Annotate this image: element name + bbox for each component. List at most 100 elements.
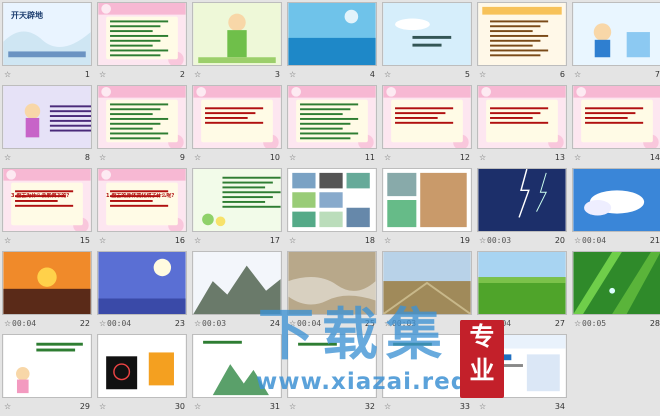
slide-number: 12 (459, 153, 470, 162)
slide-cell[interactable]: ☆ 8 (2, 85, 96, 167)
slide-thumbnail[interactable] (192, 168, 282, 232)
slide-thumbnail[interactable] (287, 168, 377, 232)
slide-number: 19 (459, 236, 470, 245)
animation-star-icon: ☆ (384, 236, 392, 245)
slide-cell[interactable]: ☆ 11 (287, 85, 381, 167)
slide-cell[interactable]: ☆ 2 (97, 2, 191, 84)
animation-star-icon: ☆ (384, 70, 392, 79)
slide-timing: 00:03 (487, 236, 512, 245)
slide-number: 2 (179, 70, 185, 79)
slide-thumbnail[interactable] (97, 85, 187, 149)
animation-star-icon: ☆ (574, 236, 582, 245)
slide-cell[interactable]: ☆ 00:03 20 (477, 168, 571, 250)
slide-number: 23 (174, 319, 185, 328)
slide-cell[interactable]: ☆ 33 (382, 334, 476, 416)
slide-thumbnail[interactable] (572, 251, 660, 315)
slide-timing: 00:04 (582, 236, 607, 245)
slide-thumbnail[interactable] (192, 2, 282, 66)
slide-thumbnail[interactable] (382, 251, 472, 315)
slide-thumbnail[interactable] (287, 334, 377, 398)
slide-number: 8 (84, 153, 90, 162)
slide-thumbnail[interactable] (287, 2, 377, 66)
slide-cell[interactable]: ☆ 17 (192, 168, 286, 250)
slide-thumbnail[interactable] (2, 334, 92, 398)
slide-number: 16 (174, 236, 185, 245)
slide-cell[interactable]: ☆ 14 (572, 85, 660, 167)
slide-cell[interactable]: ☆ 32 (287, 334, 381, 416)
slide-thumbnail[interactable]: 开天辟地 (2, 2, 92, 66)
slide-thumbnail[interactable] (572, 168, 660, 232)
slide-cell[interactable]: ☆ 18 (287, 168, 381, 250)
animation-star-icon: ☆ (4, 319, 12, 328)
animation-star-icon: ☆ (289, 402, 297, 411)
animation-star-icon: ☆ (194, 236, 202, 245)
slide-cell[interactable]: ☆ 10 (192, 85, 286, 167)
slide-thumbnail[interactable] (477, 2, 567, 66)
slide-number: 24 (269, 319, 280, 328)
slide-cell[interactable]: ☆ 31 (192, 334, 286, 416)
animation-star-icon: ☆ (194, 319, 202, 328)
slide-cell[interactable]: ☆ 00:04 27 (477, 251, 571, 333)
slide-thumbnail[interactable] (2, 251, 92, 315)
slide-cell[interactable]: ☆ 00:03 26 (382, 251, 476, 333)
slide-cell[interactable]: ☆ 13 (477, 85, 571, 167)
slide-thumbnail[interactable] (477, 168, 567, 232)
slide-thumbnail[interactable] (572, 2, 660, 66)
slide-cell[interactable]: ☆ 34 (477, 334, 571, 416)
slide-cell[interactable]: 开天辟地 ☆ 1 (2, 2, 96, 84)
slide-cell[interactable]: ☆ 12 (382, 85, 476, 167)
slide-thumbnail[interactable] (382, 2, 472, 66)
slide-thumbnail[interactable] (477, 251, 567, 315)
slide-cell[interactable]: ☆ 4 (287, 2, 381, 84)
slide-cell[interactable]: ☆ 00:04 23 (97, 251, 191, 333)
slide-thumbnail[interactable] (287, 85, 377, 149)
animation-star-icon: ☆ (479, 236, 487, 245)
slide-thumbnail[interactable] (477, 85, 567, 149)
slide-number: 28 (649, 319, 660, 328)
slide-cell[interactable]: 3.盘古为什么会累倒下的? ☆ 15 (2, 168, 96, 250)
slide-thumbnail[interactable] (2, 85, 92, 149)
slide-thumbnail[interactable] (192, 251, 282, 315)
animation-star-icon: ☆ (289, 153, 297, 162)
slide-thumbnail[interactable] (97, 334, 187, 398)
slide-cell[interactable]: ☆ 30 (97, 334, 191, 416)
slide-thumbnail[interactable] (382, 168, 472, 232)
slide-thumbnail[interactable] (97, 2, 187, 66)
slide-thumbnail[interactable] (382, 334, 472, 398)
slide-number: 3 (274, 70, 280, 79)
slide-thumbnail[interactable]: 1.盘古的身体变化成了什么呢? (97, 168, 187, 232)
slide-cell[interactable]: ☆ 00:04 21 (572, 168, 660, 250)
slide-thumbnail[interactable] (192, 85, 282, 149)
slide-cell[interactable]: ☆ 00:04 22 (2, 251, 96, 333)
slide-cell[interactable]: ☆ 3 (192, 2, 286, 84)
animation-star-icon: ☆ (479, 402, 487, 411)
slide-cell[interactable]: ☆ 6 (477, 2, 571, 84)
slide-number: 9 (179, 153, 185, 162)
animation-star-icon: ☆ (479, 319, 487, 328)
slide-thumbnail[interactable]: 3.盘古为什么会累倒下的? (2, 168, 92, 232)
slide-thumbnail[interactable] (477, 334, 567, 398)
animation-star-icon: ☆ (4, 236, 12, 245)
slide-number: 31 (269, 402, 280, 411)
slide-cell[interactable]: ☆ 29 (2, 334, 96, 416)
slide-cell[interactable]: ☆ 19 (382, 168, 476, 250)
slide-number: 34 (554, 402, 565, 411)
slide-cell[interactable]: ☆ 00:05 28 (572, 251, 660, 333)
animation-star-icon: ☆ (99, 70, 107, 79)
slide-cell[interactable]: ☆ 00:04 25 (287, 251, 381, 333)
slide-cell[interactable]: ☆ 00:03 24 (192, 251, 286, 333)
animation-star-icon: ☆ (289, 319, 297, 328)
slide-thumbnail[interactable] (382, 85, 472, 149)
slide-thumbnail[interactable] (287, 251, 377, 315)
slide-number: 32 (364, 402, 375, 411)
slide-cell[interactable]: ☆ 7 (572, 2, 660, 84)
slide-thumbnail[interactable] (192, 334, 282, 398)
slide-thumbnail[interactable] (572, 85, 660, 149)
slide-cell[interactable]: ☆ 9 (97, 85, 191, 167)
slide-thumbnail[interactable] (97, 251, 187, 315)
slide-number: 29 (79, 402, 90, 411)
slide-cell[interactable]: 1.盘古的身体变化成了什么呢? ☆ 16 (97, 168, 191, 250)
slide-number: 26 (459, 319, 470, 328)
slide-cell[interactable]: ☆ 5 (382, 2, 476, 84)
slide-number: 13 (554, 153, 565, 162)
